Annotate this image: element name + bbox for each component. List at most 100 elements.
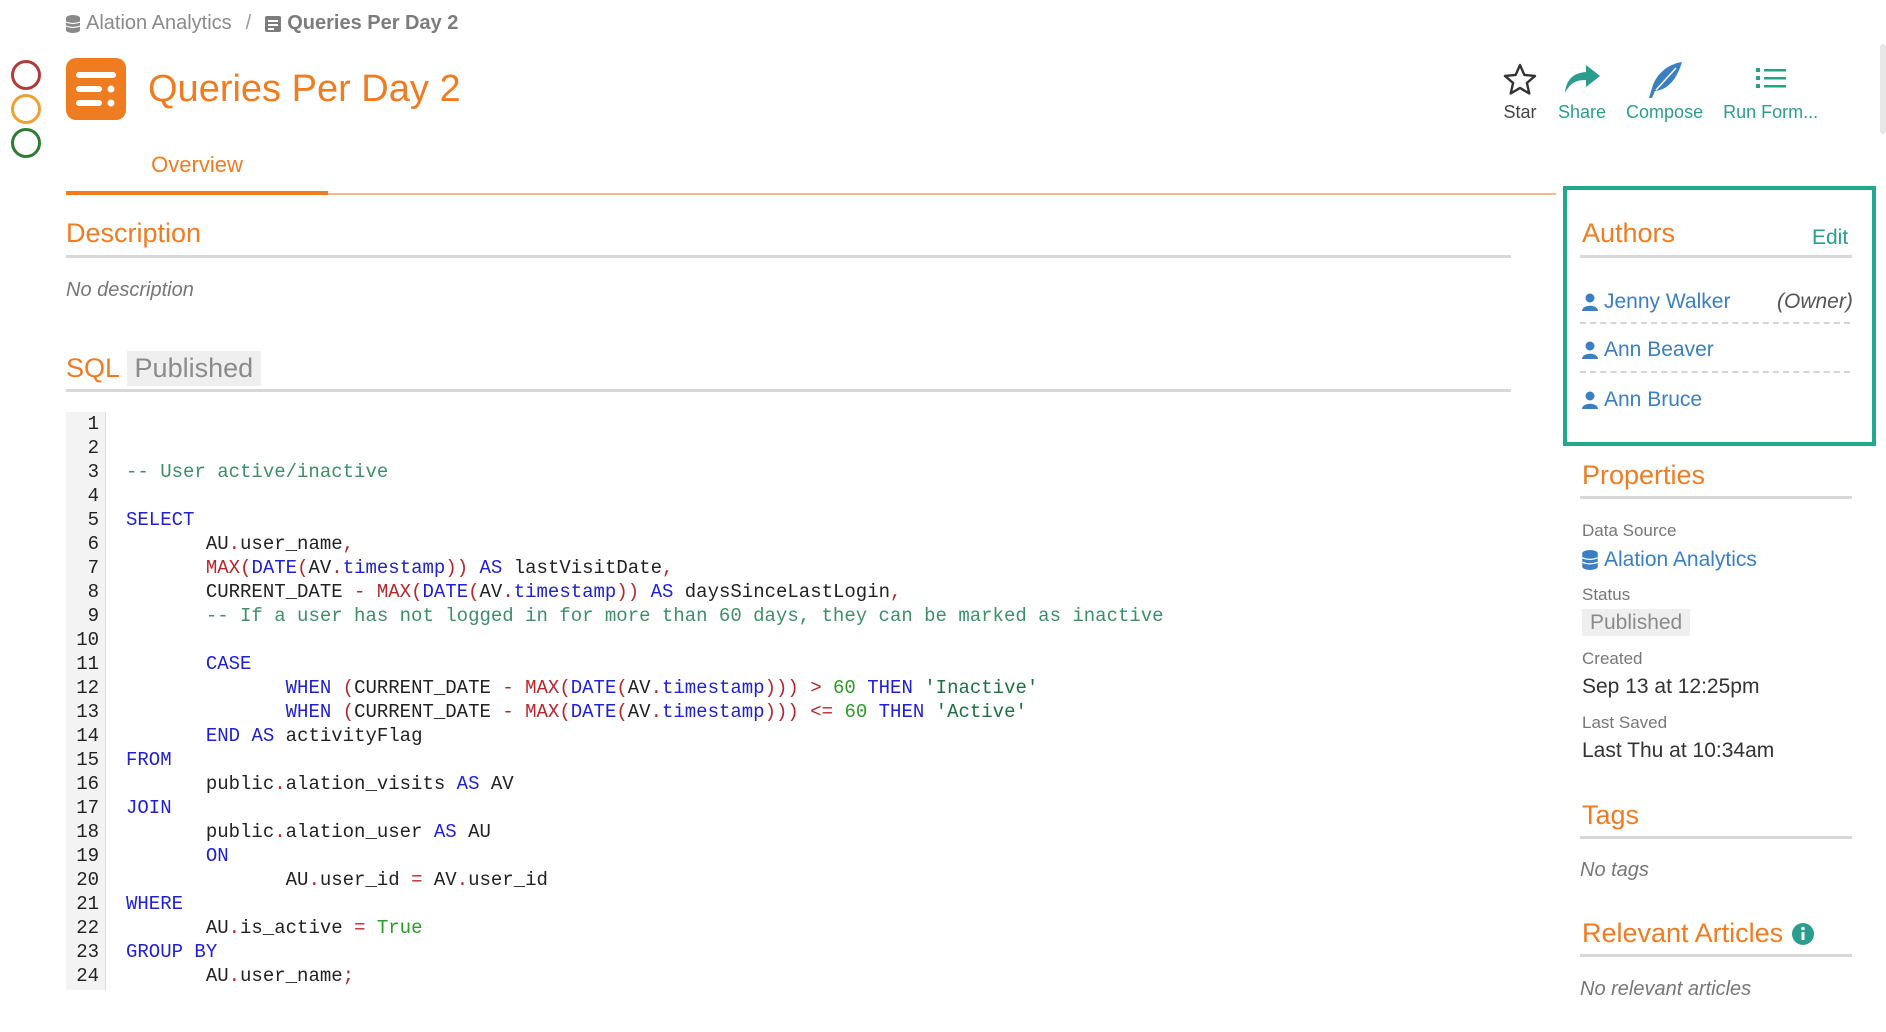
authors-heading: Authors — [1582, 218, 1676, 248]
sql-heading: SQL Published — [66, 351, 262, 386]
info-icon[interactable] — [1791, 922, 1815, 946]
code-line: CURRENT_DATE - MAX(DATE(AV.timestamp)) A… — [126, 581, 902, 603]
line-number: 4 — [87, 485, 99, 507]
data-source-link[interactable]: Alation Analytics — [1582, 548, 1757, 572]
tags-heading: Tags — [1582, 800, 1640, 830]
amber-circle-icon[interactable] — [11, 94, 41, 124]
breadcrumb-current: Queries Per Day 2 — [265, 12, 458, 35]
compose-button[interactable]: Compose — [1626, 58, 1703, 123]
line-number: 22 — [76, 917, 99, 939]
articles-divider — [1580, 954, 1852, 957]
line-number: 1 — [87, 413, 99, 435]
breadcrumb: Alation Analytics / Queries Per Day 2 — [66, 12, 458, 35]
line-number: 15 — [76, 749, 99, 771]
share-button[interactable]: Share — [1558, 58, 1606, 123]
breadcrumb-separator: / — [245, 12, 252, 34]
tags-divider — [1580, 836, 1852, 839]
description-empty: No description — [66, 279, 194, 301]
breadcrumb-current-label: Queries Per Day 2 — [287, 12, 459, 34]
star-button[interactable]: Star — [1502, 58, 1538, 123]
sql-divider — [66, 389, 1511, 392]
status-badge: Published — [1582, 609, 1691, 636]
line-number: 5 — [87, 509, 99, 531]
articles-heading-label: Relevant Articles — [1582, 918, 1784, 948]
query-icon — [265, 15, 282, 32]
code-line: CASE — [205, 653, 252, 675]
line-number: 13 — [76, 701, 99, 723]
code-line: JOIN — [126, 797, 172, 819]
code-line: FROM — [126, 749, 172, 771]
sql-label: SQL — [66, 353, 120, 383]
line-number: 6 — [87, 533, 99, 555]
author-name: Ann Beaver — [1604, 338, 1714, 361]
created-value: Sep 13 at 12:25pm — [1582, 675, 1760, 698]
code-line: GROUP BY — [126, 941, 218, 963]
line-number: 19 — [76, 845, 99, 867]
line-number: 10 — [76, 629, 99, 651]
compose-label: Compose — [1626, 102, 1704, 122]
status-label: Status — [1582, 585, 1631, 604]
toolbar: Star Share Compose Run Form... — [1502, 58, 1818, 123]
line-number: 21 — [76, 893, 99, 915]
author-separator — [1580, 322, 1850, 324]
author-separator — [1580, 371, 1850, 373]
line-number: 17 — [76, 797, 99, 819]
code-line: AU.user_name, — [126, 533, 355, 555]
properties-heading: Properties — [1582, 460, 1706, 490]
line-number: 14 — [76, 725, 99, 747]
database-icon — [1582, 550, 1598, 570]
line-number: 9 — [87, 605, 99, 627]
line-number: 2 — [87, 437, 99, 459]
list-icon — [1755, 68, 1786, 88]
code-line: SELECT — [126, 509, 195, 531]
code-line: END AS activityFlag — [205, 725, 423, 747]
code-line: -- If a user has not logged in for more … — [205, 605, 1164, 627]
code-line: AU.is_active = True — [126, 917, 423, 939]
line-number: 7 — [87, 557, 99, 579]
sql-editor[interactable]: 1 2 3 4 5 6 7 8 9 10 11 12 13 14 15 16 1… — [66, 412, 1511, 992]
tab-bar: Overview — [66, 150, 1556, 195]
database-icon — [66, 14, 80, 33]
author-link[interactable]: Ann Bruce — [1582, 388, 1702, 412]
description-divider — [66, 255, 1511, 258]
last-saved-value: Last Thu at 10:34am — [1582, 739, 1775, 762]
line-number: 16 — [76, 773, 99, 795]
status-value: Published — [1582, 609, 1691, 636]
properties-divider — [1580, 496, 1852, 499]
code-line: WHEN (CURRENT_DATE - MAX(DATE(AV.timesta… — [285, 701, 1027, 723]
description-heading: Description — [66, 218, 202, 248]
sql-status-badge: Published — [126, 351, 262, 386]
share-label: Share — [1558, 102, 1607, 122]
line-number: 23 — [76, 941, 99, 963]
author-link[interactable]: Jenny Walker — [1582, 290, 1730, 314]
created-label: Created — [1582, 649, 1643, 668]
data-source-name: Alation Analytics — [1604, 548, 1757, 571]
line-number: 20 — [76, 869, 99, 891]
line-number: 3 — [87, 461, 99, 483]
run-form-button[interactable]: Run Form... — [1723, 58, 1818, 123]
author-name: Jenny Walker — [1604, 290, 1731, 313]
red-circle-icon[interactable] — [11, 60, 41, 90]
line-number: 8 — [87, 581, 99, 603]
code-line: -- User active/inactive — [126, 461, 389, 483]
line-number-gutter: 1 2 3 4 5 6 7 8 9 10 11 12 13 14 15 16 1… — [66, 412, 106, 990]
tab-overview[interactable]: Overview — [66, 150, 328, 195]
code-line: public.alation_visits AS AV — [126, 773, 514, 795]
breadcrumb-datasource[interactable]: Alation Analytics — [66, 12, 232, 35]
line-number: 18 — [76, 821, 99, 843]
green-circle-icon[interactable] — [11, 128, 41, 158]
author-link[interactable]: Ann Beaver — [1582, 338, 1714, 362]
code-line: AU.user_name; — [126, 965, 355, 987]
scrollbar[interactable] — [1880, 44, 1886, 134]
breadcrumb-datasource-label: Alation Analytics — [86, 12, 232, 34]
share-icon — [1565, 65, 1601, 93]
user-icon — [1582, 341, 1598, 359]
last-saved-label: Last Saved — [1582, 713, 1668, 732]
authors-edit-link[interactable]: Edit — [1812, 226, 1848, 250]
line-number: 12 — [76, 677, 99, 699]
star-label: Star — [1503, 102, 1537, 122]
